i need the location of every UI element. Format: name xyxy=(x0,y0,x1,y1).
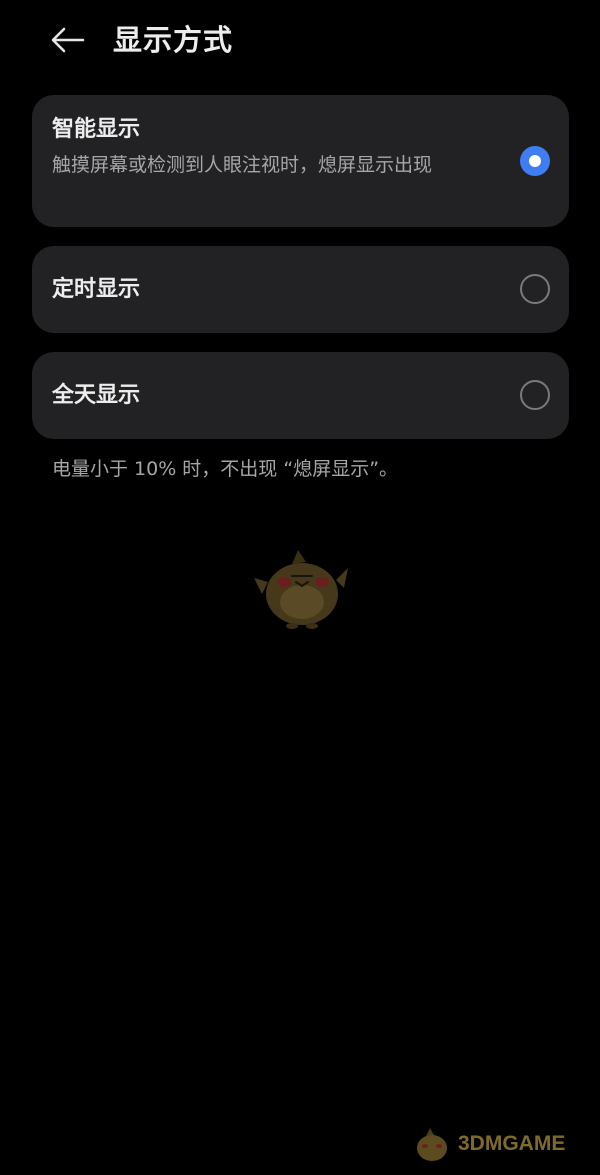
page-title: 显示方式 xyxy=(113,23,234,57)
radio-unselected[interactable] xyxy=(520,274,550,304)
watermark-text: 3DMGAME xyxy=(458,1132,566,1155)
option-title: 定时显示 xyxy=(52,277,141,302)
option-smart-display[interactable]: 智能显示 触摸屏幕或检测到人眼注视时，熄屏显示出现 xyxy=(32,95,569,227)
mascot-illustration xyxy=(254,550,348,629)
option-title: 全天显示 xyxy=(52,383,141,408)
battery-footnote: 电量小于 10% 时，不出现 “熄屏显示”。 xyxy=(52,458,399,480)
option-all-day-display[interactable]: 全天显示 xyxy=(32,352,569,439)
radio-unselected[interactable] xyxy=(520,380,550,410)
watermark-logo-icon xyxy=(417,1128,447,1161)
radio-dot xyxy=(529,155,541,167)
option-timed-display[interactable]: 定时显示 xyxy=(32,246,569,333)
watermark: 3DMGAME xyxy=(412,1122,592,1166)
back-button[interactable] xyxy=(44,16,92,64)
option-title: 智能显示 xyxy=(52,117,141,142)
header-bar: 显示方式 xyxy=(0,0,600,82)
option-description: 触摸屏幕或检测到人眼注视时，熄屏显示出现 xyxy=(52,154,433,176)
radio-selected[interactable] xyxy=(520,146,550,176)
back-arrow-icon xyxy=(51,27,85,53)
